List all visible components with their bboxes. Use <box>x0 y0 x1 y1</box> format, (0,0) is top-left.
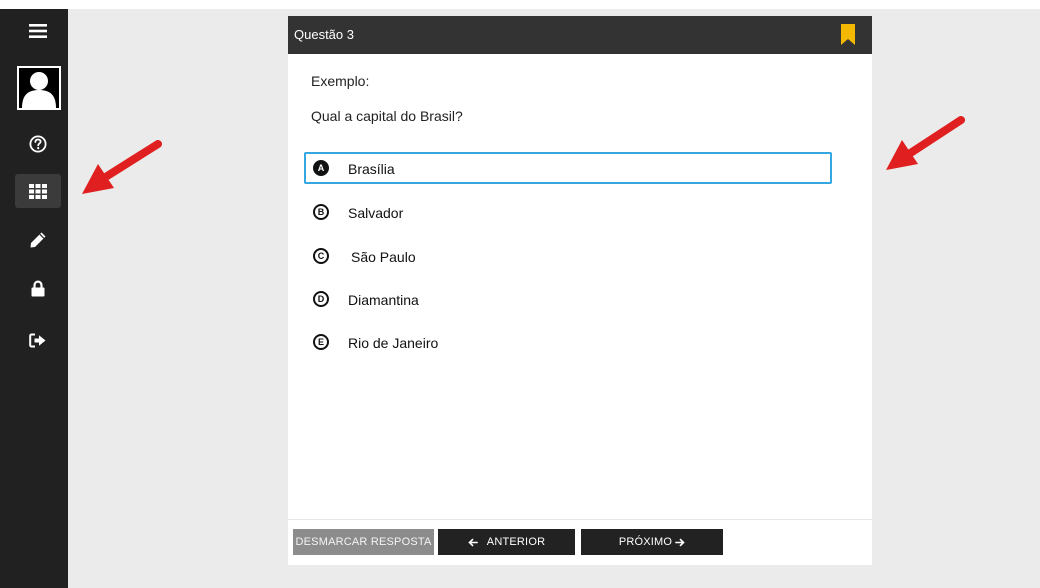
option-b[interactable]: B Salvador <box>304 196 832 228</box>
arrow-right-icon <box>675 538 685 546</box>
option-letter: D <box>313 291 329 307</box>
option-letter: A <box>313 160 329 176</box>
clear-answer-label: DESMARCAR RESPOSTA <box>295 536 432 548</box>
edit-button[interactable] <box>15 223 61 257</box>
option-label: Rio de Janeiro <box>348 335 439 351</box>
menu-button[interactable] <box>15 14 61 48</box>
option-label: São Paulo <box>351 249 416 265</box>
previous-label: ANTERIOR <box>486 536 546 548</box>
help-button[interactable] <box>15 127 61 161</box>
previous-button[interactable]: ANTERIOR <box>438 529 575 555</box>
next-label: PRÓXIMO <box>618 536 673 548</box>
question-title: Questão 3 <box>294 27 354 42</box>
lock-icon <box>31 279 45 296</box>
pencil-icon <box>30 232 46 248</box>
option-e[interactable]: E Rio de Janeiro <box>304 326 832 358</box>
option-a[interactable]: A Brasília <box>304 152 832 184</box>
bookmark-icon[interactable] <box>841 24 855 45</box>
lock-button[interactable] <box>15 271 61 305</box>
help-icon <box>29 135 47 153</box>
menu-icon <box>29 24 47 38</box>
next-button[interactable]: PRÓXIMO <box>581 529 723 555</box>
question-text: Qual a capital do Brasil? <box>311 108 463 124</box>
sidebar <box>0 9 68 588</box>
clear-answer-button[interactable]: DESMARCAR RESPOSTA <box>293 529 434 555</box>
option-letter: E <box>313 334 329 350</box>
option-label: Diamantina <box>348 292 419 308</box>
footer-divider <box>288 519 872 520</box>
question-header: Questão 3 <box>288 16 872 54</box>
annotation-arrow-left <box>82 140 162 194</box>
option-c[interactable]: C São Paulo <box>304 240 832 272</box>
option-label: Salvador <box>348 205 404 221</box>
question-card: Questão 3 Exemplo: Qual a capital do Bra… <box>288 16 872 565</box>
option-letter: B <box>313 204 329 220</box>
option-letter: C <box>313 248 329 264</box>
avatar[interactable] <box>17 66 61 110</box>
option-d[interactable]: D Diamantina <box>304 283 832 315</box>
annotation-arrow-right <box>886 116 965 170</box>
grid-icon <box>29 183 47 199</box>
logout-button[interactable] <box>15 323 61 357</box>
logout-icon <box>29 333 46 347</box>
questions-grid-button[interactable] <box>15 174 61 208</box>
example-label: Exemplo: <box>311 73 370 89</box>
user-icon <box>19 68 59 108</box>
top-strip <box>0 0 1040 9</box>
arrow-left-icon <box>468 538 478 546</box>
option-label: Brasília <box>348 161 395 177</box>
